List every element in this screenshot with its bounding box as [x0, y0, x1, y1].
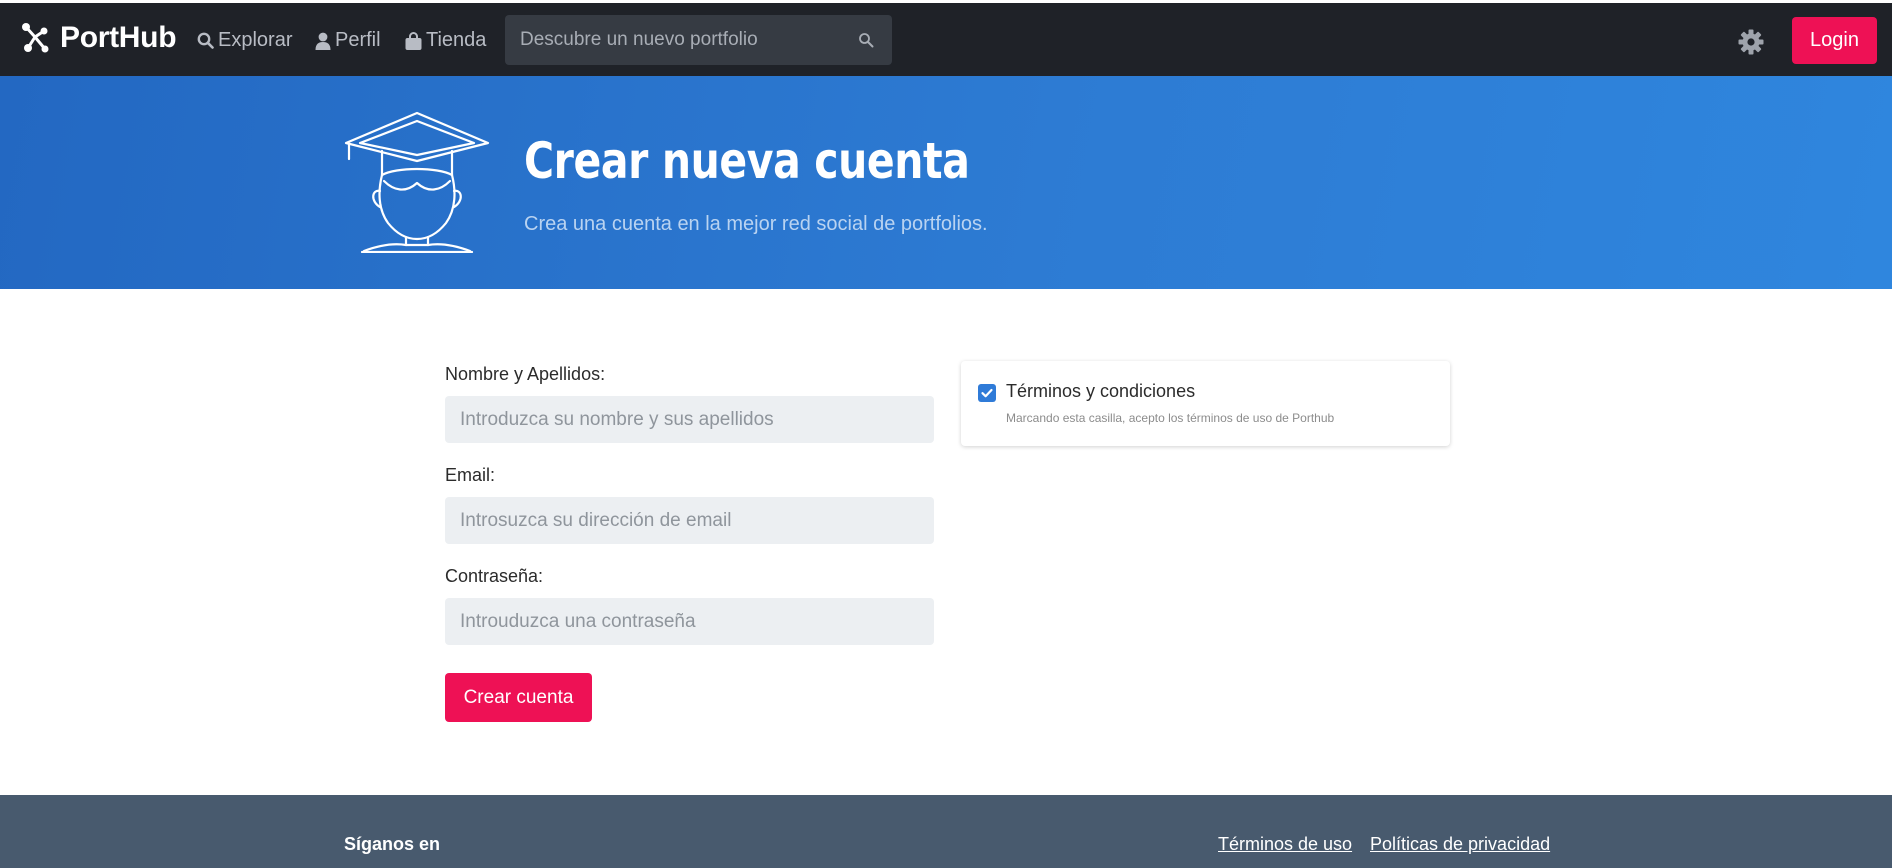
privacy-policy-link[interactable]: Políticas de privacidad [1370, 834, 1550, 855]
gear-icon[interactable] [1738, 29, 1764, 55]
email-field[interactable] [445, 497, 934, 544]
terms-description: Marcando esta casilla, acepto los términ… [1006, 411, 1335, 425]
password-label: Contraseña: [445, 566, 544, 586]
nav-item-label: Tienda [426, 29, 487, 51]
brand-name: PortHub [60, 21, 177, 54]
brand[interactable]: PortHub [20, 21, 177, 55]
name-label: Nombre y Apellidos: [445, 364, 606, 384]
terms-card: Términos y condiciones Marcando esta cas… [961, 361, 1450, 446]
terms-of-use-link[interactable]: Términos de uso [1218, 834, 1352, 855]
nav-item-explorar[interactable]: Explorar [197, 29, 292, 52]
terms-checkbox[interactable] [978, 384, 996, 402]
follow-us-label: Síganos en [344, 834, 441, 854]
search-icon[interactable] [858, 32, 874, 48]
name-field[interactable] [445, 396, 934, 443]
graduate-icon [344, 111, 490, 253]
page-title: Crear nueva cuenta [524, 132, 970, 190]
footer: Síganos en Términos de uso Políticas de … [0, 795, 1892, 868]
shopping-bag-icon [405, 31, 422, 50]
nav-item-perfil[interactable]: Perfil [315, 29, 381, 52]
email-label: Email: [445, 465, 496, 485]
user-icon [315, 32, 331, 50]
search-bar [505, 15, 892, 65]
terms-title[interactable]: Términos y condiciones [1006, 381, 1195, 402]
hero-banner: Crear nueva cuenta Crea una cuenta en la… [0, 76, 1892, 289]
login-button[interactable]: Login [1792, 17, 1877, 64]
search-input[interactable] [505, 15, 858, 65]
check-icon [981, 388, 993, 398]
top-navbar: PortHub Explorar Perfil Tienda Descubre … [0, 3, 1892, 76]
nav-item-tienda[interactable]: Tienda [405, 29, 486, 52]
nav-item-label: Perfil [335, 29, 381, 51]
page-subtitle: Crea una cuenta en la mejor red social d… [524, 213, 988, 235]
create-account-button[interactable]: Crear cuenta [445, 673, 592, 722]
nav-item-label: Explorar [218, 29, 293, 51]
logo-icon [22, 23, 49, 53]
search-icon [197, 32, 214, 49]
password-field[interactable] [445, 598, 934, 645]
